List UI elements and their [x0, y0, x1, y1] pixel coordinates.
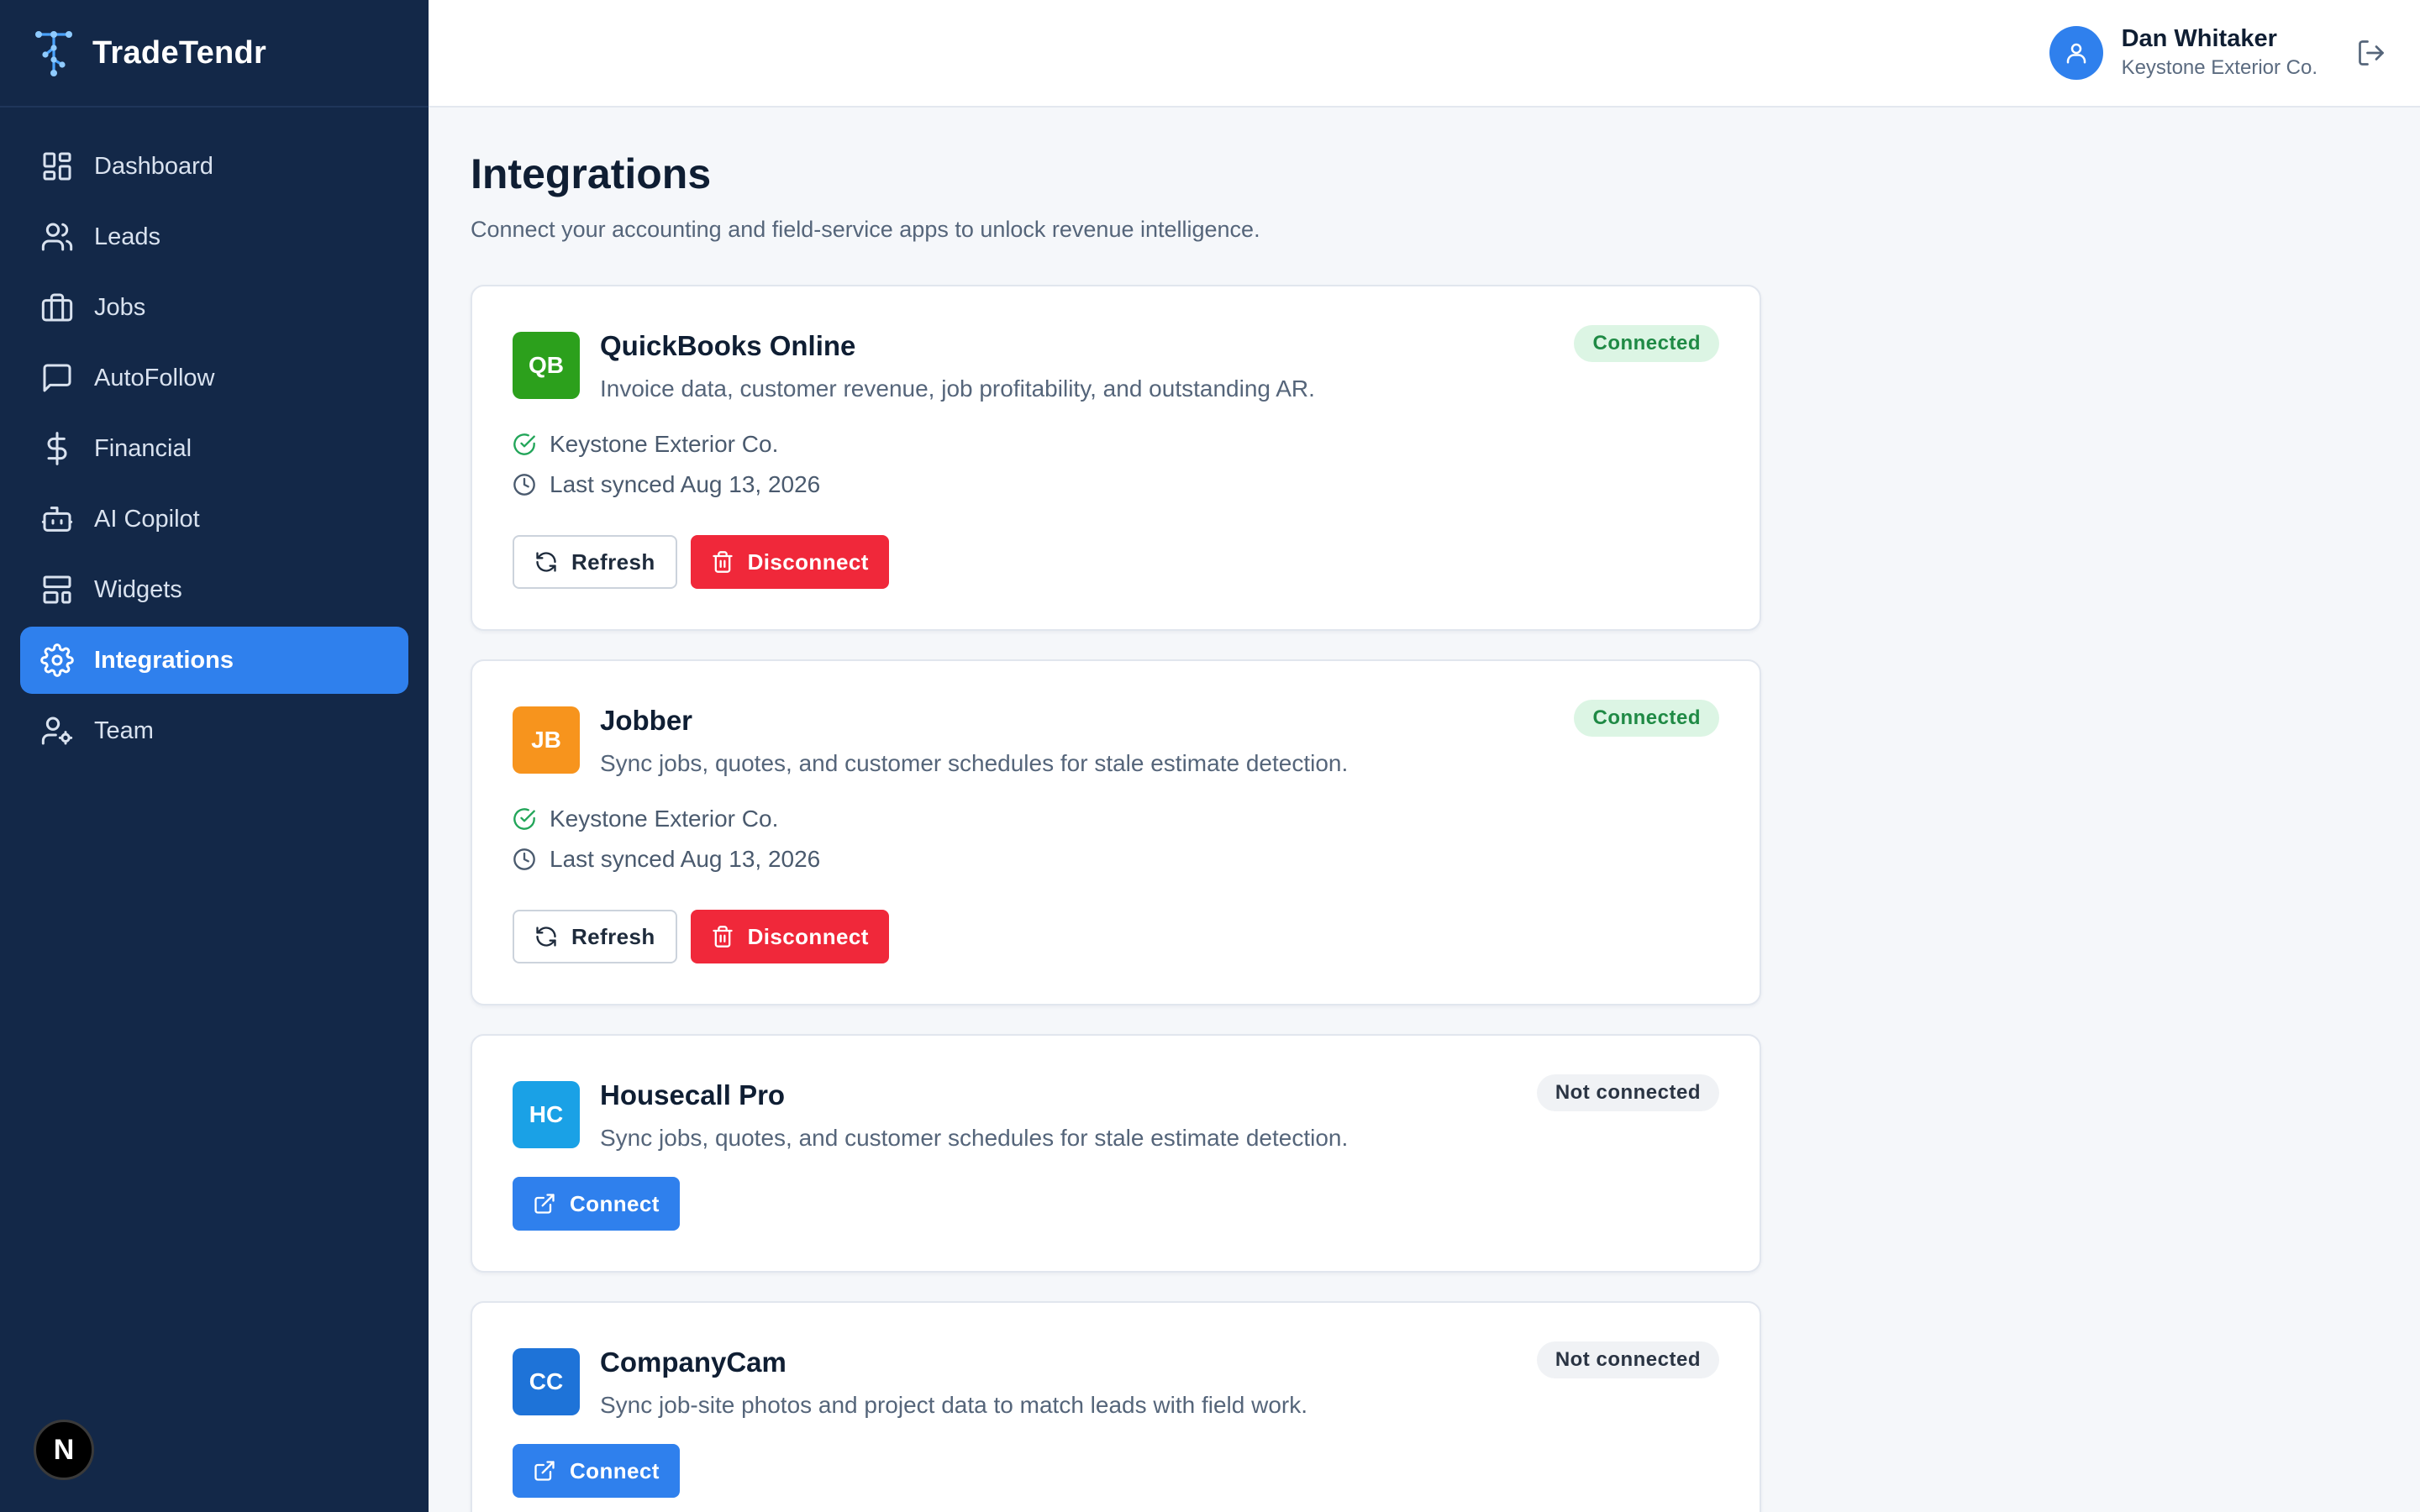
integration-description: Sync jobs, quotes, and customer schedule…: [600, 750, 1349, 776]
integration-list: QB QuickBooks Online Invoice data, custo…: [471, 285, 1761, 1512]
integration-card-quickbooks: QB QuickBooks Online Invoice data, custo…: [471, 285, 1761, 631]
refresh-label: Refresh: [571, 549, 655, 575]
connect-label: Connect: [570, 1457, 660, 1483]
sidebar-item-label: AI Copilot: [94, 505, 200, 533]
trash-icon: [712, 551, 733, 573]
disconnect-button[interactable]: Disconnect: [690, 910, 889, 963]
refresh-button[interactable]: Refresh: [513, 535, 677, 589]
refresh-label: Refresh: [571, 923, 655, 949]
integration-card-jobber: JB Jobber Sync jobs, quotes, and custome…: [471, 659, 1761, 1005]
status-badge: Connected: [1574, 325, 1719, 362]
integration-description: Sync job-site photos and project data to…: [600, 1392, 1307, 1418]
sidebar-item-label: Widgets: [94, 575, 182, 603]
bot-icon: [41, 507, 73, 532]
sidebar-item-team[interactable]: Team: [20, 697, 408, 764]
companycam-logo: CC: [513, 1348, 580, 1415]
refresh-button[interactable]: Refresh: [513, 910, 677, 963]
status-badge: Not connected: [1536, 1341, 1719, 1378]
sidebar-item-widgets[interactable]: Widgets: [20, 556, 408, 623]
dev-tools-badge[interactable]: N: [34, 1420, 94, 1480]
refresh-icon: [536, 927, 556, 947]
housecall-pro-logo: HC: [513, 1081, 580, 1148]
sidebar-item-label: Integrations: [94, 646, 234, 674]
integration-card-housecall-pro: HC Housecall Pro Sync jobs, quotes, and …: [471, 1034, 1761, 1273]
logout-icon[interactable]: [2356, 38, 2386, 68]
sidebar-item-dashboard[interactable]: Dashboard: [20, 133, 408, 200]
main-content: Integrations Connect your accounting and…: [471, 108, 1761, 1512]
jobber-logo: JB: [513, 706, 580, 774]
sidebar-item-integrations[interactable]: Integrations: [20, 627, 408, 694]
sidebar-item-label: Leads: [94, 223, 161, 250]
user-cog-icon: [41, 717, 73, 745]
check-circle-icon: [513, 808, 535, 830]
status-badge: Connected: [1574, 700, 1719, 737]
status-badge: Not connected: [1536, 1074, 1719, 1111]
integration-description: Sync jobs, quotes, and customer schedule…: [600, 1125, 1349, 1151]
external-link-icon: [534, 1461, 555, 1481]
check-circle-icon: [513, 433, 535, 455]
sidebar-item-ai-copilot[interactable]: AI Copilot: [20, 486, 408, 553]
user-icon: [2066, 43, 2086, 63]
sidebar-nav: Dashboard Leads Jobs AutoFollow Financia…: [0, 108, 429, 764]
disconnect-label: Disconnect: [747, 923, 869, 949]
account-name: Keystone Exterior Co.: [550, 806, 779, 832]
external-link-icon: [534, 1194, 555, 1214]
connect-button[interactable]: Connect: [513, 1177, 680, 1231]
connect-button[interactable]: Connect: [513, 1444, 680, 1498]
layout-icon: [43, 575, 71, 604]
avatar[interactable]: [2049, 25, 2103, 80]
dollar-icon: [47, 432, 67, 465]
disconnect-button[interactable]: Disconnect: [690, 535, 889, 589]
sidebar-item-label: AutoFollow: [94, 364, 215, 391]
brand[interactable]: TradeTendr: [0, 0, 429, 108]
last-synced: Last synced Aug 13, 2026: [513, 465, 1719, 505]
sidebar-item-label: Dashboard: [94, 152, 213, 180]
last-synced-text: Last synced Aug 13, 2026: [550, 471, 821, 497]
sidebar-item-leads[interactable]: Leads: [20, 203, 408, 270]
integration-name: CompanyCam: [600, 1347, 786, 1378]
gear-icon: [40, 643, 74, 677]
app-name: TradeTendr: [92, 34, 267, 71]
disconnect-label: Disconnect: [747, 549, 869, 575]
tradetendr-logo-icon: [35, 31, 72, 76]
integration-name: QuickBooks Online: [600, 330, 856, 361]
integration-card-companycam: CC CompanyCam Sync job-site photos and p…: [471, 1301, 1761, 1512]
clock-icon: [513, 474, 535, 496]
account-name: Keystone Exterior Co.: [550, 431, 779, 457]
connected-account: Keystone Exterior Co.: [513, 424, 1719, 465]
message-icon: [43, 364, 71, 392]
user-menu: Dan Whitaker Keystone Exterior Co.: [2049, 25, 2386, 80]
top-bar: Dan Whitaker Keystone Exterior Co.: [429, 0, 2420, 108]
clock-icon: [513, 848, 535, 870]
user-name: Dan Whitaker: [2121, 25, 2277, 52]
dashboard-icon: [43, 152, 71, 181]
integration-description: Invoice data, customer revenue, job prof…: [600, 375, 1315, 402]
sidebar-item-financial[interactable]: Financial: [20, 415, 408, 482]
user-company: Keystone Exterior Co.: [2121, 56, 2317, 79]
sidebar-item-autofollow[interactable]: AutoFollow: [20, 344, 408, 412]
connected-account: Keystone Exterior Co.: [513, 799, 1719, 839]
sidebar-item-label: Jobs: [94, 293, 146, 321]
connect-label: Connect: [570, 1190, 660, 1216]
integration-name: Housecall Pro: [600, 1079, 786, 1110]
sidebar: TradeTendr Dashboard Leads Jobs AutoFoll…: [0, 0, 429, 1512]
briefcase-icon: [41, 293, 73, 322]
users-icon: [41, 223, 73, 251]
integration-name: Jobber: [600, 705, 693, 736]
last-synced-text: Last synced Aug 13, 2026: [550, 846, 821, 872]
last-synced: Last synced Aug 13, 2026: [513, 839, 1719, 879]
page-title: Integrations: [471, 150, 712, 197]
trash-icon: [712, 926, 733, 948]
user-info: Dan Whitaker Keystone Exterior Co.: [2122, 25, 2317, 80]
sidebar-item-label: Financial: [94, 434, 192, 462]
page-subtitle: Connect your accounting and field-servic…: [471, 217, 1260, 242]
sidebar-item-label: Team: [94, 717, 154, 744]
quickbooks-logo: QB: [513, 332, 580, 399]
refresh-icon: [536, 552, 556, 572]
sidebar-item-jobs[interactable]: Jobs: [20, 274, 408, 341]
